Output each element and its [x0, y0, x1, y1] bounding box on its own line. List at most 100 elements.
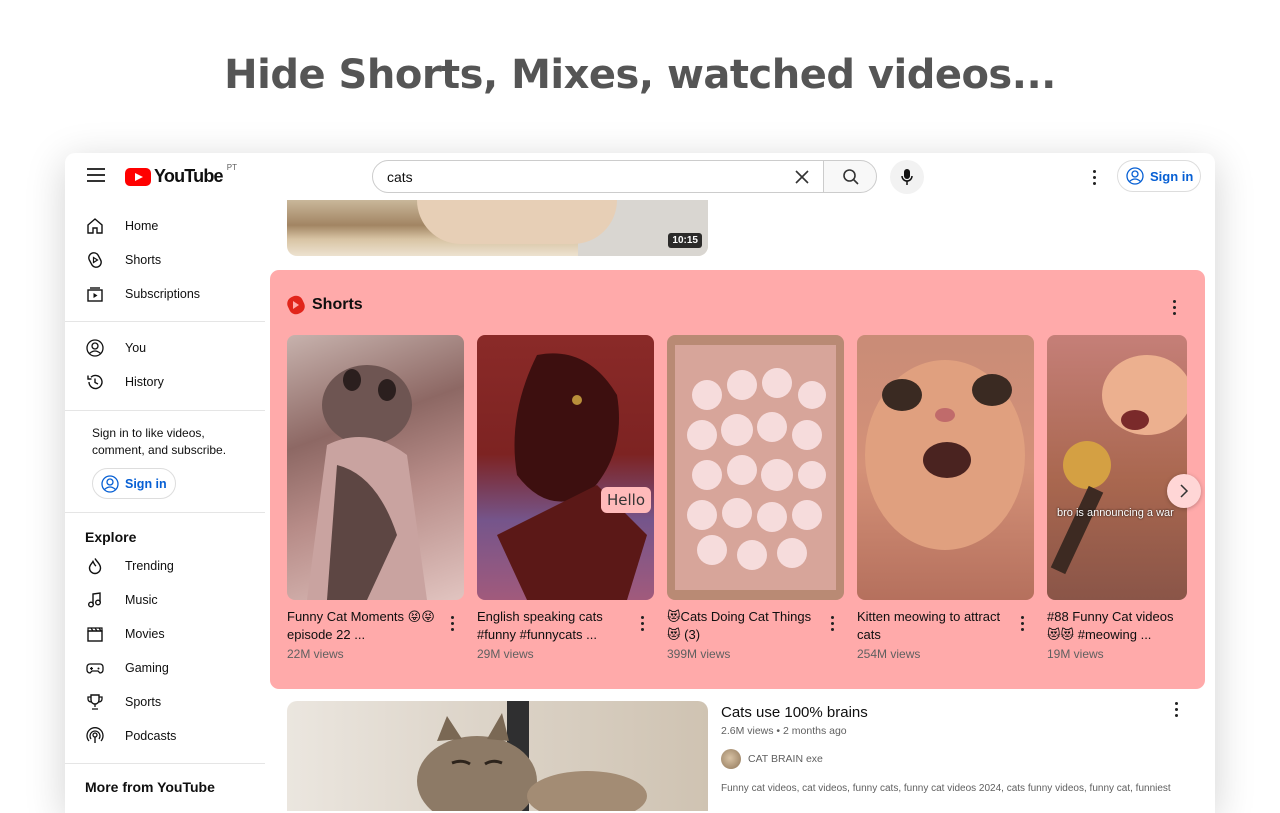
sidebar-item-history[interactable]: History	[65, 365, 265, 399]
sidebar-item-label: Movies	[125, 627, 165, 641]
youtube-logo-icon	[125, 167, 151, 186]
video-duration: 10:15	[668, 233, 702, 248]
subscriptions-icon	[85, 284, 105, 304]
video-meta: 2.6M views • 2 months ago	[721, 725, 847, 737]
more-vert-icon[interactable]	[446, 614, 458, 632]
short-views: 29M views	[477, 647, 534, 661]
short-overlay-text: Hello	[601, 487, 652, 513]
movies-icon	[85, 624, 105, 644]
youtube-logo[interactable]: YouTube PT	[125, 163, 237, 187]
chevron-right-icon[interactable]	[1167, 474, 1201, 508]
short-thumbnail[interactable]	[857, 335, 1034, 600]
youtube-window: YouTube PT cats Sign in Home Shorts Subs…	[65, 153, 1215, 813]
sidebar-item-label: Music	[125, 593, 158, 607]
trending-icon	[85, 556, 105, 576]
shorts-heading: Shorts	[284, 293, 363, 317]
sign-in-label: Sign in	[125, 476, 167, 491]
video-thumbnail[interactable]	[287, 701, 708, 811]
short-item[interactable]: Kitten meowing to attract cats 254M view…	[857, 335, 1034, 661]
short-item[interactable]: Hello English speaking cats #funny #funn…	[477, 335, 654, 661]
more-vert-icon[interactable]	[1085, 167, 1103, 187]
short-thumbnail[interactable]	[287, 335, 464, 600]
search-button[interactable]	[823, 160, 877, 193]
more-vert-icon[interactable]	[826, 614, 838, 632]
more-from-youtube-heading: More from YouTube	[85, 779, 215, 795]
music-icon	[85, 590, 105, 610]
channel-link[interactable]: CAT BRAIN exe	[721, 749, 823, 769]
short-views: 399M views	[667, 647, 731, 661]
sidebar-sign-in-button[interactable]: Sign in	[92, 468, 176, 499]
short-title[interactable]: Kitten meowing to attract cats	[857, 608, 1007, 644]
shorts-logo-icon	[284, 293, 308, 317]
short-thumbnail[interactable]: Hello	[477, 335, 654, 600]
you-icon	[85, 338, 105, 358]
sidebar-divider	[65, 763, 265, 764]
more-vert-icon[interactable]	[1016, 614, 1028, 632]
sidebar-item-music[interactable]: Music	[65, 583, 265, 617]
sidebar-item-gaming[interactable]: Gaming	[65, 651, 265, 685]
sidebar-item-label: Sports	[125, 695, 162, 709]
voice-search-button[interactable]	[890, 160, 924, 194]
short-views: 22M views	[287, 647, 344, 661]
search-query: cats	[387, 168, 413, 185]
short-title[interactable]: #88 Funny Cat videos 😻😻 #meowing ...	[1047, 608, 1182, 644]
sidebar-divider	[65, 410, 265, 411]
sidebar-item-you[interactable]: You	[65, 331, 265, 365]
sidebar-divider	[65, 512, 265, 513]
short-item[interactable]: bro is announcing a war #88 Funny Cat vi…	[1047, 335, 1187, 661]
sign-in-button[interactable]: Sign in	[1117, 160, 1201, 192]
promo-headline: Hide Shorts, Mixes, watched videos...	[224, 52, 1056, 98]
sidebar-item-home[interactable]: Home	[65, 209, 265, 243]
black-cat-image	[497, 353, 647, 600]
search-input[interactable]: cats	[372, 160, 824, 193]
mic-icon	[901, 169, 913, 185]
menu-icon[interactable]	[87, 168, 105, 182]
video-description: Funny cat videos, cat videos, funny cats…	[721, 783, 1171, 794]
short-title[interactable]: Funny Cat Moments 😝😝 episode 22 ...	[287, 608, 437, 644]
orange-cat-image	[865, 360, 1025, 550]
video-thumbnail[interactable]: 10:15	[287, 200, 708, 256]
tabby-cat-image	[417, 701, 647, 811]
short-item[interactable]: 😻Cats Doing Cat Things😻 (3) 399M views	[667, 335, 844, 661]
account-icon	[1126, 167, 1144, 185]
podcasts-icon	[85, 726, 105, 746]
sports-icon	[85, 692, 105, 712]
short-thumbnail[interactable]: bro is announcing a war	[1047, 335, 1187, 600]
sidebar: Home Shorts Subscriptions You History Si…	[65, 201, 267, 813]
short-title[interactable]: English speaking cats #funny #funnycats …	[477, 608, 627, 644]
masthead: YouTube PT cats Sign in	[65, 153, 1215, 201]
short-thumbnail[interactable]	[667, 335, 844, 600]
explore-heading: Explore	[85, 529, 137, 545]
sidebar-item-subscriptions[interactable]: Subscriptions	[65, 277, 265, 311]
channel-name: CAT BRAIN exe	[748, 753, 823, 765]
more-vert-icon[interactable]	[636, 614, 648, 632]
sidebar-item-label: Shorts	[125, 253, 162, 267]
sidebar-item-shorts[interactable]: Shorts	[65, 243, 265, 277]
shorts-shelf: Shorts Funny Cat Moments 😝😝 episode 22 .…	[270, 270, 1205, 689]
sign-in-label: Sign in	[1150, 168, 1194, 184]
sidebar-item-movies[interactable]: Movies	[65, 617, 265, 651]
short-title[interactable]: 😻Cats Doing Cat Things😻 (3)	[667, 608, 817, 644]
history-icon	[85, 372, 105, 392]
sidebar-item-label: You	[125, 341, 147, 355]
thumbnail-hand	[417, 200, 617, 244]
sign-in-hint: Sign in to like videos, comment, and sub…	[92, 426, 227, 457]
sidebar-item-label: Trending	[125, 559, 174, 573]
video-title[interactable]: Cats use 100% brains	[721, 704, 868, 721]
singing-cat-image	[1050, 355, 1187, 575]
sidebar-item-label: Subscriptions	[125, 287, 201, 301]
sidebar-item-trending[interactable]: Trending	[65, 549, 265, 583]
short-item[interactable]: Funny Cat Moments 😝😝 episode 22 ... 22M …	[287, 335, 464, 661]
sidebar-item-label: Gaming	[125, 661, 169, 675]
clear-icon[interactable]	[791, 166, 813, 188]
shorts-heading-label: Shorts	[312, 296, 363, 313]
gaming-icon	[85, 658, 105, 678]
more-vert-icon[interactable]	[1168, 700, 1184, 718]
avatar[interactable]	[721, 749, 741, 769]
sidebar-item-podcasts[interactable]: Podcasts	[65, 719, 265, 753]
kitten-image	[307, 365, 427, 600]
search-icon	[843, 169, 859, 185]
short-overlay-text: bro is announcing a war	[1057, 507, 1174, 519]
sidebar-item-sports[interactable]: Sports	[65, 685, 265, 719]
more-vert-icon[interactable]	[1166, 298, 1182, 316]
